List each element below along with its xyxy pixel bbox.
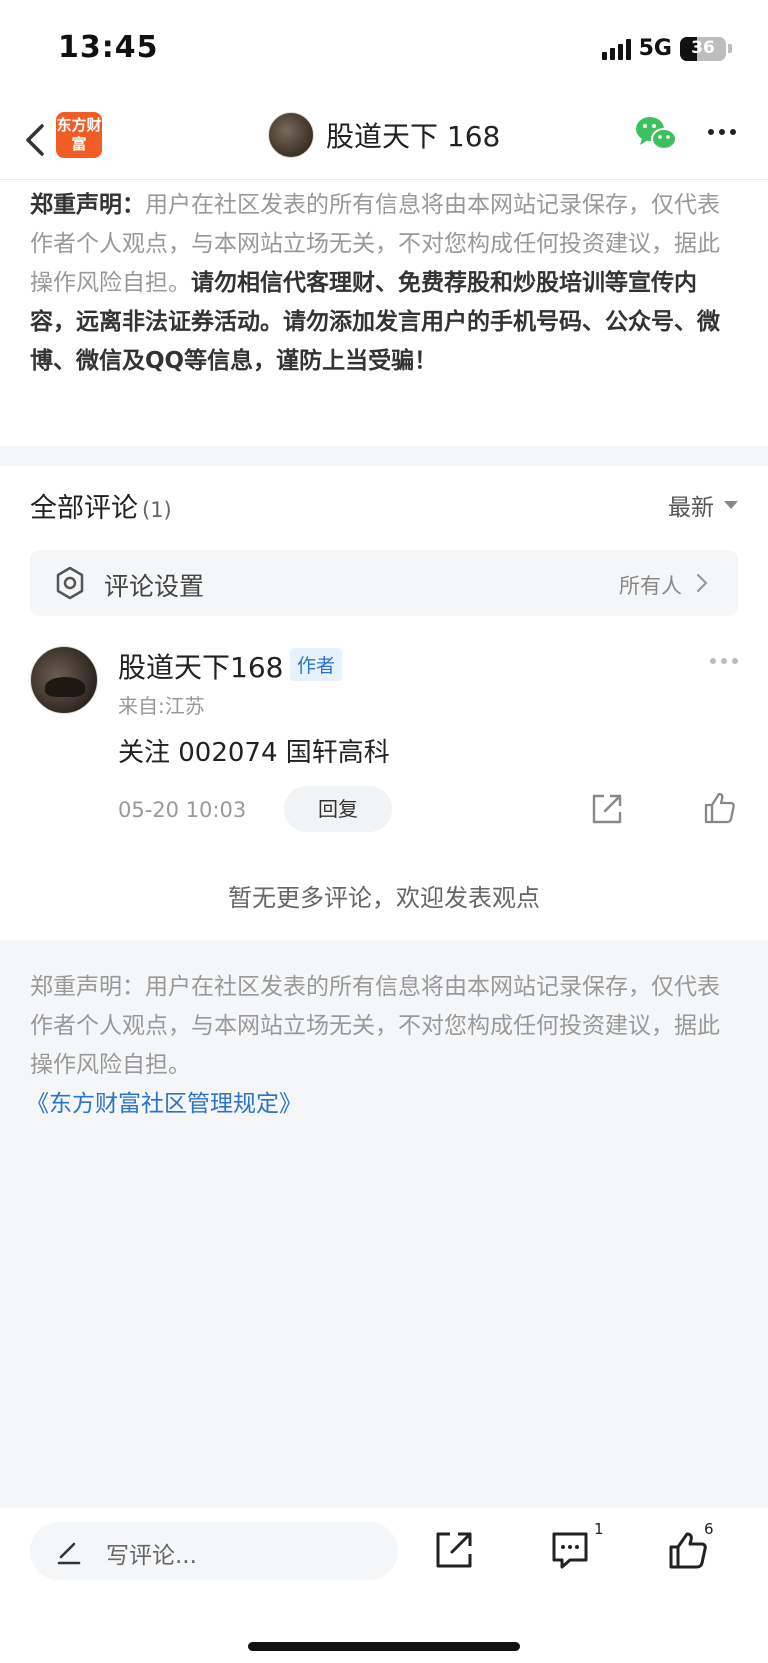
comments-title: 全部评论 (30, 493, 138, 524)
battery-icon: 36 (680, 36, 726, 61)
comment-button[interactable] (548, 1528, 592, 1572)
reply-button[interactable]: 回复 (284, 786, 392, 832)
battery-percent: 36 (691, 37, 715, 58)
share-button[interactable] (432, 1528, 476, 1572)
network-type: 5G (638, 36, 672, 61)
bottom-action-bar: 写评论... 1 6 (0, 1508, 768, 1663)
caret-down-icon (724, 501, 738, 509)
disclaimer-top: 郑重声明：用户在社区发表的所有信息将由本网站记录保存，仅代表作者个人观点，与本网… (30, 186, 742, 381)
sort-dropdown[interactable]: 最新 (668, 488, 738, 522)
disclaimer-bottom: 郑重声明：用户在社区发表的所有信息将由本网站记录保存，仅代表作者个人观点，与本网… (26, 968, 742, 1124)
more-options-button[interactable] (708, 122, 744, 142)
disclaimer-bottom-text: 郑重声明：用户在社区发表的所有信息将由本网站记录保存，仅代表作者个人观点，与本网… (30, 974, 720, 1078)
no-more-comments: 暂无更多评论，欢迎发表观点 (228, 884, 540, 912)
write-comment-placeholder: 写评论... (106, 1543, 197, 1569)
comment-more-button[interactable] (710, 658, 738, 664)
wechat-share-button[interactable] (634, 114, 678, 154)
status-icons: 5G 36 (601, 36, 732, 61)
footer-area: 郑重声明：用户在社区发表的所有信息将由本网站记录保存，仅代表作者个人观点，与本网… (0, 940, 768, 1510)
comment-text[interactable]: 关注 002074 国轩高科 (118, 732, 390, 769)
nav-bar: 东方财富 股道天下 168 (0, 100, 768, 180)
status-bar: 13:45 5G 36 (0, 0, 768, 100)
section-divider (0, 446, 768, 466)
comments-header: 全部评论 (1) 最新 (30, 486, 738, 526)
comments-count: (1) (142, 498, 172, 522)
chevron-left-icon (26, 124, 44, 156)
avatar (268, 112, 314, 158)
app-logo-text: 东方财富 (56, 116, 102, 153)
write-comment-input[interactable]: 写评论... (30, 1522, 398, 1580)
community-rules-link[interactable]: 《东方财富社区管理规定》 (26, 1085, 742, 1124)
app-logo[interactable]: 东方财富 (56, 112, 102, 158)
wechat-icon (636, 117, 677, 150)
comment-settings-row[interactable]: 评论设置 所有人 (30, 550, 738, 616)
signal-icon (601, 38, 631, 60)
chevron-right-icon (696, 573, 708, 593)
comment-settings-value: 所有人 (619, 574, 682, 598)
disclaimer-prefix: 郑重声明： (30, 192, 145, 218)
home-indicator (248, 1642, 520, 1651)
avatar[interactable] (30, 646, 98, 714)
comment-time: 05-20 10:03 (118, 798, 247, 822)
comment-item: 股道天下168 作者 来自:江苏 关注 002074 国轩高科 05-20 10… (30, 640, 738, 840)
comment-count-badge: 1 (594, 1520, 604, 1538)
nav-author[interactable]: 股道天下 168 (268, 112, 500, 158)
author-badge: 作者 (290, 648, 343, 681)
clock: 13:45 (58, 30, 159, 65)
page-title: 股道天下 168 (326, 120, 501, 153)
comment-author[interactable]: 股道天下168 (118, 646, 283, 686)
like-count-badge: 6 (704, 1520, 714, 1538)
gear-icon (56, 566, 84, 600)
pen-icon (57, 1542, 81, 1565)
thumbs-up-icon[interactable] (702, 790, 738, 826)
back-button[interactable] (16, 116, 56, 164)
share-icon[interactable] (590, 792, 624, 826)
comment-location: 来自:江苏 (118, 694, 205, 718)
sort-label: 最新 (668, 495, 714, 521)
comment-settings-label: 评论设置 (104, 572, 205, 601)
